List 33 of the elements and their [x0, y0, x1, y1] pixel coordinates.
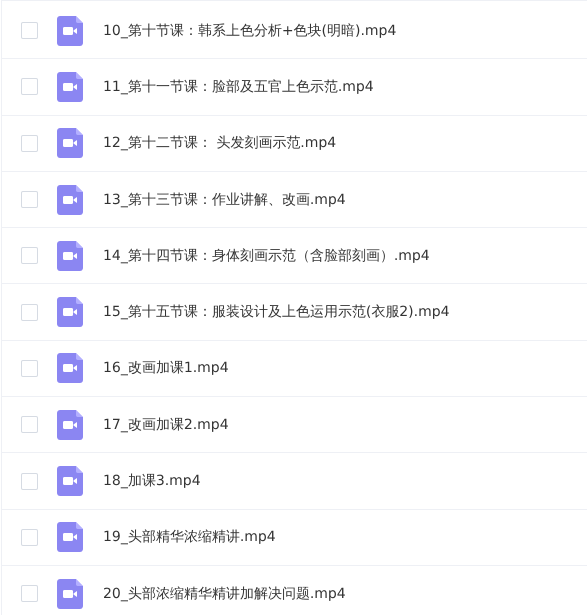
file-name[interactable]: 11_第十一节课：脸部及五官上色示范.mp4	[103, 78, 374, 96]
checkbox[interactable]	[21, 360, 38, 377]
video-file-icon	[57, 578, 83, 609]
checkbox[interactable]	[21, 472, 38, 490]
checkbox[interactable]	[21, 134, 38, 152]
file-name[interactable]: 17_改画加课2.mp4	[103, 416, 229, 434]
file-name[interactable]: 18_加课3.mp4	[103, 472, 201, 490]
video-file-icon	[57, 128, 83, 158]
video-file-icon	[57, 297, 83, 328]
file-name[interactable]: 10_第十节课：韩系上色分析+色块(明暗).mp4	[103, 22, 396, 40]
file-name[interactable]: 14_第十四节课：身体刻画示范（含脸部刻画）.mp4	[103, 246, 430, 265]
checkbox[interactable]	[21, 585, 38, 602]
video-file-icon	[57, 466, 83, 496]
video-file-icon	[57, 353, 83, 384]
file-name[interactable]: 15_第十五节课：服装设计及上色运用示范(衣服2).mp4	[103, 303, 450, 322]
checkbox[interactable]	[21, 22, 38, 40]
checkbox[interactable]	[21, 416, 38, 434]
video-file-icon	[57, 184, 83, 215]
file-name[interactable]: 12_第十二节课： 头发刻画示范.mp4	[103, 134, 336, 152]
checkbox[interactable]	[21, 528, 38, 546]
video-file-icon	[57, 522, 83, 552]
checkbox[interactable]	[21, 191, 38, 208]
checkbox[interactable]	[21, 304, 38, 321]
video-file-icon	[57, 72, 83, 102]
video-file-icon	[57, 16, 83, 46]
file-name[interactable]: 13_第十三节课：作业讲解、改画.mp4	[103, 190, 346, 209]
file-name[interactable]: 19_头部精华浓缩精讲.mp4	[103, 528, 276, 546]
checkbox[interactable]	[21, 247, 38, 264]
video-file-icon	[57, 240, 83, 271]
file-name[interactable]: 16_改画加课1.mp4	[103, 359, 229, 378]
file-name[interactable]: 20_头部浓缩精华精讲加解决问题.mp4	[103, 584, 346, 603]
video-file-icon	[57, 410, 83, 440]
checkbox[interactable]	[21, 78, 38, 96]
